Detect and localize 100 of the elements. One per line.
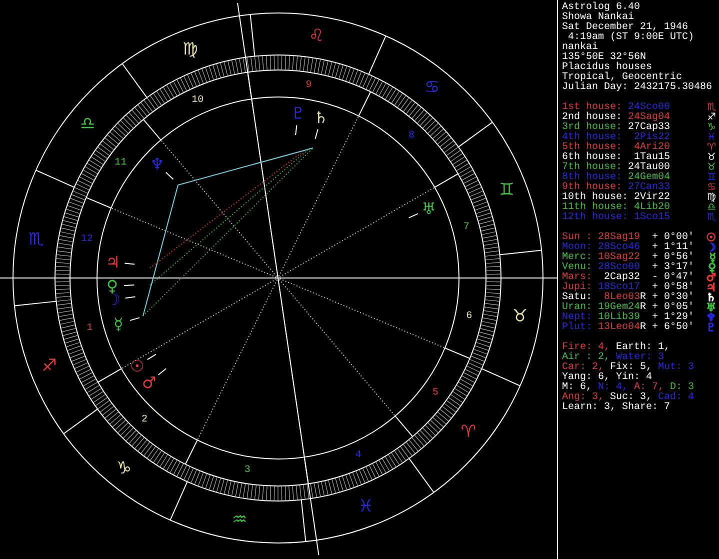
element-count-text: Yang: 6, Yin: 4 (562, 373, 652, 383)
element-count-text: A: 7, (634, 383, 664, 393)
house-number: 7 (463, 222, 470, 233)
sign-symbol: ♈ (707, 143, 716, 153)
house-cusp-position: 2Pis22 (632, 133, 670, 143)
sign-symbol: ♎ (707, 203, 716, 213)
planet-symbol: ♆ (150, 154, 164, 174)
house-number: 1 (86, 323, 93, 334)
planet-symbol: ☿ (114, 314, 124, 334)
planet-symbol: ☉ (706, 233, 716, 243)
retrograde-mark: R (640, 322, 646, 333)
planet-symbol: ☽ (706, 243, 716, 253)
planet-aspect-orb: + 3°17' (652, 263, 694, 273)
house-cusp-position: 4Ari20 (632, 143, 670, 153)
sign-symbol: ♉ (707, 163, 716, 173)
house-number: 11 (114, 157, 127, 168)
planet-aspect-orb: + 1°29' (652, 313, 694, 323)
element-count-text: M: 6, (562, 383, 592, 393)
planet-position: 10Lib39 (596, 313, 640, 323)
element-count-text: Learn: 3, Share: 7 (562, 403, 670, 413)
house-number: 8 (408, 130, 414, 142)
retrograde-mark: R (640, 302, 646, 313)
element-count-text: Fix: 5, (610, 363, 652, 373)
planet-position: 18Sco17 (596, 283, 640, 293)
house-cusp-position: 24Tau00 (628, 163, 670, 173)
planet-name: Venu: (562, 263, 592, 273)
planet-name: Plut: (562, 323, 592, 333)
house-label: 2nd house: (562, 113, 624, 123)
chart-info-text: nankai (562, 43, 598, 53)
element-count-text: Car: 2, (562, 363, 604, 373)
element-count-text: D: 3 (670, 383, 694, 393)
house-label: 1st house: (562, 103, 624, 113)
planet-name: Nept: (562, 313, 592, 323)
house-cusp-position: 24Gem04 (628, 173, 670, 183)
house-cusp-position: 24Sag04 (628, 113, 670, 123)
planet-symbol: ♄ (314, 108, 328, 128)
planet-symbol: ☉ (130, 356, 144, 376)
planet-symbol: ♆ (706, 313, 716, 323)
planet-position: 28Sco00 (596, 263, 640, 273)
planet-name: Satu: (562, 293, 592, 303)
planet-position: 28Sco46 (596, 243, 640, 253)
house-cusp-position: 1Sco15 (632, 213, 670, 223)
house-cusp-position: 27Can33 (628, 183, 670, 193)
house-number: 2 (142, 414, 148, 426)
zodiac-sign-symbol: ♑ (116, 458, 132, 478)
sign-symbol: ♏ (707, 213, 716, 223)
planet-position: 13Leo04 (596, 323, 640, 333)
house-number: 4 (355, 450, 362, 462)
planet-position: 2Cap32 (604, 273, 640, 283)
zodiac-sign-symbol: ♒ (232, 510, 248, 530)
zodiac-sign-symbol: ♊ (499, 180, 514, 200)
sign-symbol: ♋ (707, 183, 716, 193)
house-number: 6 (466, 310, 472, 322)
house-cusp-position: 27Cap33 (628, 123, 670, 133)
planet-symbol: ☿ (709, 253, 716, 263)
house-number: 10 (192, 94, 204, 106)
chart-info-text: 135°50E 32°56N (562, 53, 646, 63)
planet-aspect-orb: + 0°56' (652, 253, 694, 263)
chart-info-text: Showa Nankai (562, 13, 636, 23)
sign-symbol: ♊ (707, 173, 716, 183)
house-label: 4th house: (562, 133, 624, 143)
sign-symbol: ♑ (707, 123, 716, 133)
planet-position: 8Leo03 (604, 293, 640, 303)
element-count-text: N: 4, (598, 383, 628, 393)
planet-aspect-orb: + 1°11' (652, 243, 694, 253)
planet-symbol: ♀ (708, 263, 716, 273)
zodiac-sign-symbol: ♌ (308, 26, 324, 46)
zodiac-sign-symbol: ♉ (512, 306, 528, 326)
house-cusp-position: 2Vir22 (632, 193, 670, 203)
house-cusp-position: 1Tau15 (634, 153, 670, 163)
zodiac-sign-symbol: ♏ (28, 230, 44, 250)
chart-info-text: Astrolog 6.40 (562, 3, 642, 13)
element-count-text: Mut: 3 (658, 363, 694, 373)
planet-name: Merc: (562, 253, 592, 263)
planet-aspect-orb: + 0°58' (652, 283, 694, 293)
planet-name: Mars: (562, 273, 592, 283)
planet-aspect-orb: + 6°50' (652, 323, 694, 333)
house-label: 3rd house: (562, 123, 624, 133)
element-count-text: Earth: 1, (616, 343, 670, 353)
house-label: 11th house: (562, 203, 628, 213)
planet-aspect-orb: + 0°00' (652, 233, 694, 243)
element-count-text: Water: 3 (616, 353, 664, 363)
house-number: 5 (432, 388, 438, 399)
house-number: 9 (306, 80, 312, 91)
element-count-text: Air : 2, (562, 353, 610, 363)
house-number: 3 (244, 465, 250, 476)
house-cusp-position: 24Sco00 (628, 103, 670, 113)
house-label: 5th house: (562, 143, 624, 153)
planet-position: 28Sag19 (596, 233, 640, 243)
chart-info-text: Tropical, Geocentric (562, 73, 682, 83)
zodiac-sign-symbol: ♓ (358, 496, 374, 517)
planet-name: Jupi: (562, 283, 592, 293)
sign-symbol: ♍ (707, 193, 716, 203)
house-label: 12th house: (562, 213, 628, 223)
house-cusp-position: 4Lib20 (632, 203, 670, 213)
planet-position: 19Gem24 (596, 303, 640, 313)
element-count-text: Ang: 3, (562, 393, 604, 403)
planet-symbol: ♅ (422, 199, 436, 218)
house-label: 9th house: (562, 183, 622, 193)
planet-aspect-orb: + 0°30' (652, 293, 694, 303)
